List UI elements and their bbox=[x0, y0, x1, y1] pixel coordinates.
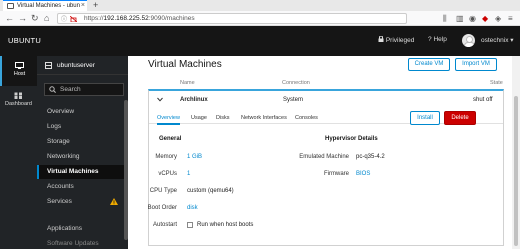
sidebar-toggle-icon[interactable]: ▥ bbox=[456, 13, 464, 24]
create-vm-button[interactable]: Create VM bbox=[408, 58, 450, 71]
url-path: :9090/machines bbox=[148, 15, 195, 22]
extension-2-icon[interactable]: ◈ bbox=[495, 13, 501, 24]
hypervisor-heading: Hypervisor Details bbox=[325, 136, 378, 142]
search-placeholder: Search bbox=[60, 86, 81, 93]
sidebar-item-services[interactable]: Services bbox=[37, 195, 124, 209]
memory-value[interactable]: 1 GiB bbox=[187, 154, 202, 160]
search-input[interactable]: Search bbox=[44, 83, 124, 96]
vm-state: shut off bbox=[473, 97, 493, 103]
tab-consoles[interactable]: Consoles bbox=[295, 113, 318, 123]
vm-name[interactable]: Archlinux bbox=[180, 97, 208, 103]
firmware-value[interactable]: BIOS bbox=[356, 171, 370, 177]
sidebar-item-virtual-machines[interactable]: Virtual Machines bbox=[37, 165, 124, 179]
sidebar-item-services-label: Services bbox=[47, 198, 72, 205]
sidebar-item-storage[interactable]: Storage bbox=[37, 135, 124, 149]
tab-network-interfaces[interactable]: Network Interfaces bbox=[241, 113, 287, 123]
url-host: 192.168.225.52 bbox=[103, 15, 149, 22]
sidebar-item-logs[interactable]: Logs bbox=[37, 120, 124, 134]
sidebar-item-overview[interactable]: Overview bbox=[37, 105, 124, 119]
vnav-dashboard-label: Dashboard bbox=[5, 101, 32, 107]
close-tab-icon[interactable]: × bbox=[81, 1, 85, 11]
vertical-nav: Host Dashboard bbox=[0, 56, 37, 249]
host-name: ubuntuserver bbox=[57, 62, 95, 69]
dashboard-icon bbox=[14, 92, 22, 99]
tab-disks[interactable]: Disks bbox=[216, 113, 229, 123]
general-heading: General bbox=[159, 136, 182, 142]
vcpus-value[interactable]: 1 bbox=[187, 171, 190, 177]
forward-icon[interactable]: → bbox=[18, 12, 27, 25]
site-info-icon[interactable]: ⓘ bbox=[61, 15, 67, 25]
boot-order-label: Boot Order bbox=[147, 205, 177, 211]
help-button[interactable]: ? Help bbox=[428, 36, 447, 43]
extension-icon[interactable]: ◆ bbox=[482, 13, 488, 24]
sidebar-item-networking[interactable]: Networking bbox=[37, 150, 124, 164]
main-scrollbar-thumb[interactable] bbox=[514, 96, 518, 246]
main-scrollbar[interactable] bbox=[512, 56, 520, 249]
sidebar-item-accounts[interactable]: Accounts bbox=[37, 180, 124, 194]
host-sidebar: ubuntuserver Search Overview Logs Storag… bbox=[37, 56, 128, 249]
help-label: Help bbox=[433, 36, 447, 43]
cpu-type-value: custom (qemu64) bbox=[187, 188, 234, 194]
boot-order-value[interactable]: disk bbox=[187, 205, 198, 211]
browser-tab-title: Virtual Machines - ubun bbox=[17, 3, 80, 9]
privileged-button[interactable]: Privileged bbox=[378, 35, 415, 44]
column-header-name: Name bbox=[180, 80, 195, 86]
menu-icon[interactable]: ≡ bbox=[508, 13, 513, 24]
url-prefix: https:// bbox=[84, 15, 104, 22]
vnav-host-label: Host bbox=[13, 71, 26, 77]
sidebar-item-applications[interactable]: Applications bbox=[37, 222, 124, 236]
masthead: UBUNTU Privileged ? Help ostechnix ▾ bbox=[0, 26, 520, 56]
privileged-label: Privileged bbox=[385, 37, 415, 44]
autostart-checkbox[interactable] bbox=[187, 222, 193, 228]
vcpus-label: vCPUs bbox=[158, 171, 177, 177]
memory-label: Memory bbox=[155, 154, 177, 160]
browser-tab-bar: Virtual Machines - ubun × + bbox=[0, 0, 520, 11]
help-icon: ? bbox=[428, 36, 432, 43]
column-header-state: State bbox=[490, 80, 503, 86]
vm-connection: System bbox=[283, 97, 304, 103]
lock-icon bbox=[378, 35, 384, 42]
install-button[interactable]: Install bbox=[410, 111, 440, 125]
server-icon bbox=[45, 62, 52, 69]
import-vm-button[interactable]: Import VM bbox=[455, 58, 497, 71]
autostart-label: Autostart bbox=[152, 222, 177, 228]
new-tab-icon[interactable]: + bbox=[93, 0, 98, 10]
vm-row-expanded: Archlinux System shut off Overview Usage… bbox=[148, 89, 504, 246]
avatar[interactable] bbox=[462, 34, 475, 47]
tab-usage[interactable]: Usage bbox=[191, 113, 207, 123]
home-icon[interactable]: ⌂ bbox=[44, 12, 49, 25]
page-title: Virtual Machines bbox=[148, 59, 222, 70]
firmware-label: Firmware bbox=[324, 171, 349, 177]
emulated-machine-value: pc-q35-4.2 bbox=[356, 154, 385, 160]
vnav-dashboard[interactable]: Dashboard bbox=[0, 86, 37, 116]
user-name: ostechnix bbox=[481, 37, 509, 44]
chevron-down-icon: ▾ bbox=[510, 37, 514, 44]
page-favicon-icon bbox=[7, 3, 14, 9]
reload-icon[interactable]: ↻ bbox=[31, 12, 39, 25]
main-content: Virtual Machines Create VM Import VM Nam… bbox=[128, 56, 512, 249]
host-selector[interactable]: ubuntuserver bbox=[37, 56, 128, 75]
user-menu-button[interactable]: ostechnix ▾ bbox=[481, 36, 514, 44]
browser-tab[interactable]: Virtual Machines - ubun × bbox=[3, 0, 87, 11]
column-header-connection: Connection bbox=[282, 80, 310, 86]
search-icon bbox=[49, 86, 56, 93]
vnav-host[interactable]: Host bbox=[0, 56, 37, 86]
warning-icon bbox=[110, 198, 118, 205]
brand-title: UBUNTU bbox=[8, 36, 42, 45]
cpu-type-label: CPU Type bbox=[149, 188, 177, 194]
chevron-down-icon[interactable] bbox=[157, 97, 163, 102]
url-bar[interactable]: ⓘ https://192.168.225.52:9090/machines bbox=[57, 13, 407, 24]
host-icon bbox=[15, 62, 24, 69]
insecure-lock-icon[interactable] bbox=[70, 16, 77, 22]
library-icon[interactable]: ⫼ bbox=[443, 13, 447, 24]
browser-nav-bar: ← → ↻ ⌂ ⓘ https://192.168.225.52:9090/ma… bbox=[0, 11, 520, 26]
autostart-value: Run when host boots bbox=[197, 222, 254, 228]
delete-button[interactable]: Delete bbox=[444, 111, 476, 125]
tab-overview[interactable]: Overview bbox=[157, 113, 180, 125]
back-icon[interactable]: ← bbox=[5, 12, 14, 25]
emulated-machine-label: Emulated Machine bbox=[299, 154, 349, 160]
account-icon[interactable]: ◉ bbox=[469, 13, 476, 24]
